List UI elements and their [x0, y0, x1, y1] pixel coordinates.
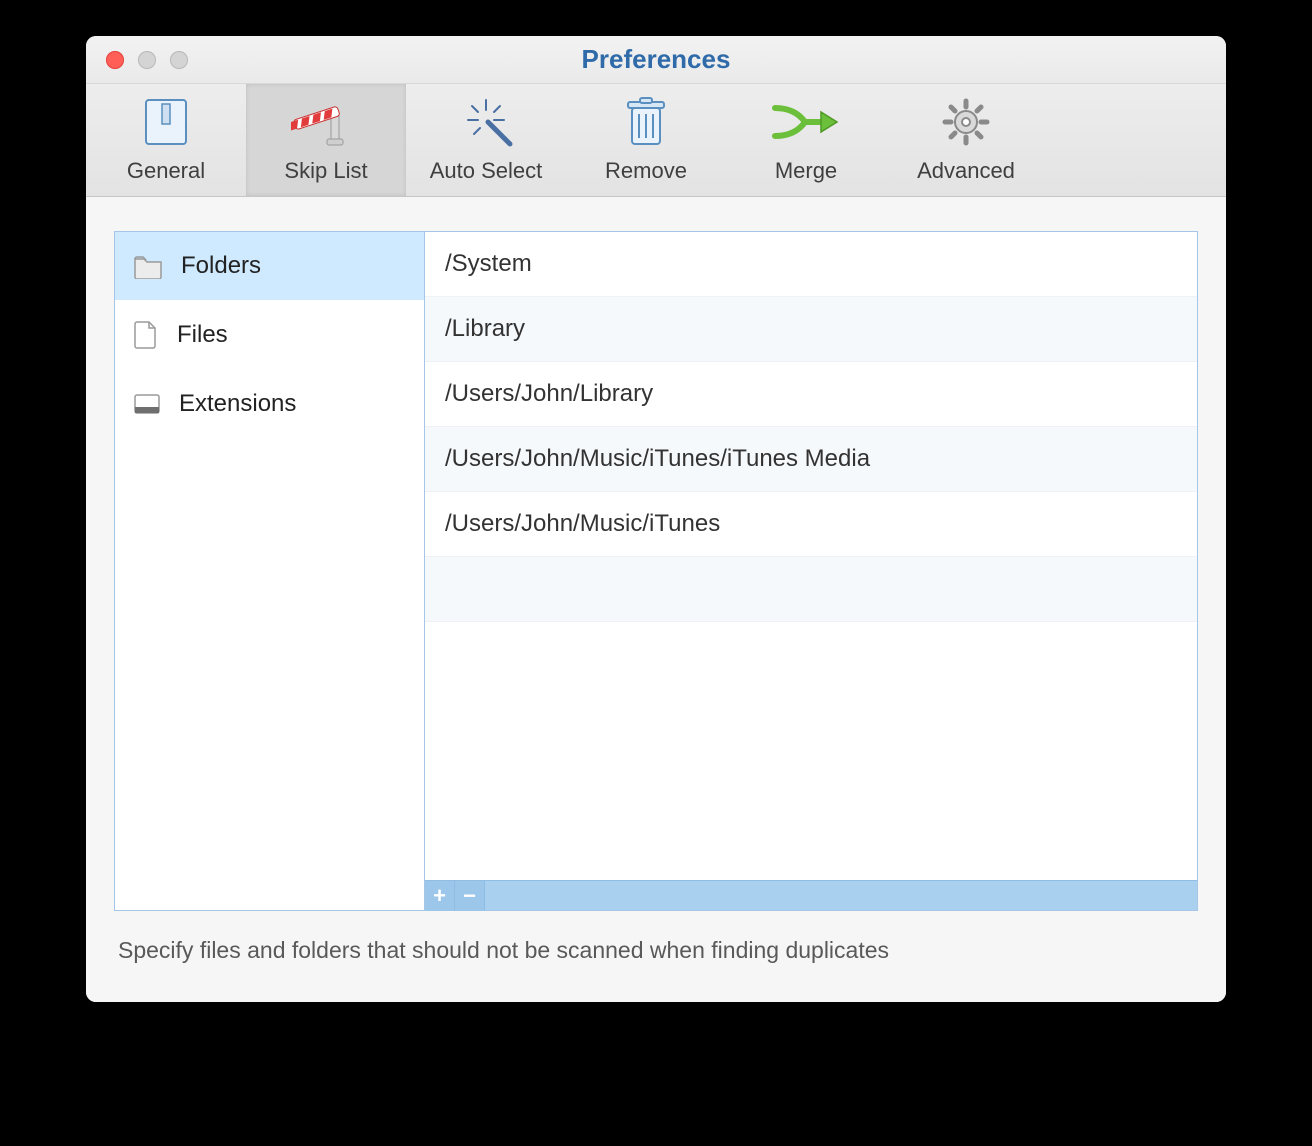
sidebar-item-label: Extensions — [179, 390, 296, 418]
wand-icon — [458, 94, 514, 150]
tab-remove[interactable]: Remove — [566, 84, 726, 196]
tab-label: Merge — [775, 158, 837, 184]
tab-merge[interactable]: Merge — [726, 84, 886, 196]
skip-list-footer: + − — [425, 880, 1197, 910]
list-item[interactable]: /Users/John/Library — [425, 362, 1197, 427]
window-title: Preferences — [86, 44, 1226, 75]
skip-list-table: /System /Library /Users/John/Library /Us… — [425, 232, 1197, 910]
minimize-window-button[interactable] — [138, 51, 156, 69]
folder-icon — [133, 253, 163, 279]
window-controls — [86, 51, 188, 69]
switch-icon — [144, 94, 188, 150]
plus-icon: + — [433, 883, 446, 909]
panel-description: Specify files and folders that should no… — [114, 911, 1198, 974]
skip-list-panel: Folders Files — [114, 231, 1198, 911]
trash-icon — [624, 94, 668, 150]
tab-skip-list[interactable]: Skip List — [246, 84, 406, 196]
tab-advanced[interactable]: Advanced — [886, 84, 1046, 196]
file-icon — [133, 320, 159, 350]
preferences-window: Preferences General — [86, 36, 1226, 1002]
content-area: Folders Files — [86, 197, 1226, 1002]
add-path-button[interactable]: + — [425, 881, 455, 911]
tab-label: Auto Select — [430, 158, 543, 184]
tab-auto-select[interactable]: Auto Select — [406, 84, 566, 196]
gear-icon — [941, 94, 991, 150]
extension-icon — [133, 391, 161, 417]
tab-label: Skip List — [284, 158, 367, 184]
tab-general[interactable]: General — [86, 84, 246, 196]
sidebar-item-label: Folders — [181, 252, 261, 280]
remove-path-button[interactable]: − — [455, 881, 485, 911]
skip-list-body: /System /Library /Users/John/Library /Us… — [425, 232, 1197, 880]
minus-icon: − — [463, 883, 476, 909]
list-item[interactable]: /System — [425, 232, 1197, 297]
sidebar-item-label: Files — [177, 321, 228, 349]
tab-label: Remove — [605, 158, 687, 184]
barrier-icon — [291, 94, 361, 150]
titlebar: Preferences — [86, 36, 1226, 84]
list-item[interactable]: /Library — [425, 297, 1197, 362]
close-window-button[interactable] — [106, 51, 124, 69]
sidebar-item-extensions[interactable]: Extensions — [115, 370, 424, 438]
skip-list-sidebar: Folders Files — [115, 232, 425, 910]
list-item[interactable]: /Users/John/Music/iTunes — [425, 492, 1197, 557]
merge-arrow-icon — [771, 94, 841, 150]
preferences-toolbar: General Skip List — [86, 84, 1226, 197]
list-item-empty — [425, 557, 1197, 622]
sidebar-item-folders[interactable]: Folders — [115, 232, 424, 300]
tab-label: Advanced — [917, 158, 1015, 184]
zoom-window-button[interactable] — [170, 51, 188, 69]
sidebar-item-files[interactable]: Files — [115, 300, 424, 370]
list-item[interactable]: /Users/John/Music/iTunes/iTunes Media — [425, 427, 1197, 492]
tab-label: General — [127, 158, 205, 184]
